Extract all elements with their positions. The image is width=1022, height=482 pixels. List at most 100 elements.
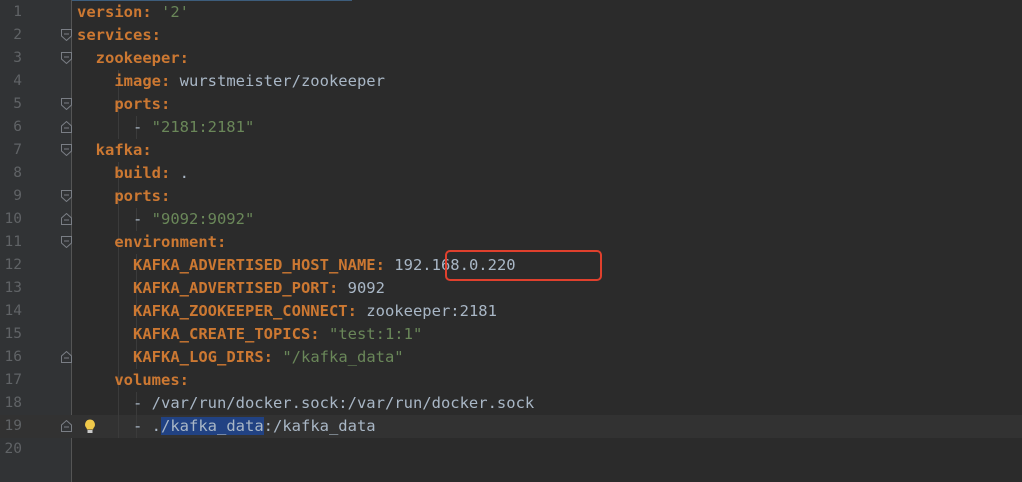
fold-open-icon[interactable]: [61, 98, 72, 110]
code-editor[interactable]: 1 version: '2' 2 services: 3 zookeeper: 4 ima…: [0, 0, 1022, 482]
code-text[interactable]: KAFKA_CREATE_TOPICS: "test:1:1": [77, 323, 422, 346]
yaml-value: [77, 95, 114, 113]
yaml-key: KAFKA_LOG_DIRS:: [133, 348, 273, 366]
code-line-14[interactable]: 14 KAFKA_ZOOKEEPER_CONNECT: zookeeper:21…: [0, 300, 1022, 323]
yaml-value: [77, 256, 133, 274]
code-line-2[interactable]: 2 services:: [0, 24, 1022, 47]
code-text[interactable]: ports:: [77, 93, 170, 116]
line-number: 17: [4, 372, 22, 388]
yaml-value: zookeeper:2181: [356, 302, 497, 320]
yaml-value: - /var/run/docker.sock:/var/run/docker.s…: [77, 394, 535, 412]
line-number: 16: [4, 349, 22, 365]
yaml-key: services:: [77, 26, 161, 44]
line-number: 5: [13, 96, 22, 112]
yaml-key: ports:: [114, 187, 171, 205]
yaml-key: zookeeper:: [95, 49, 189, 67]
fold-open-icon[interactable]: [61, 52, 72, 64]
code-text[interactable]: KAFKA_ADVERTISED_PORT: 9092: [77, 277, 385, 300]
line-number: 8: [13, 165, 22, 181]
line-number: 20: [4, 441, 22, 457]
yaml-string: "2181:2181": [151, 118, 255, 136]
yaml-value: wurstmeister/zookeeper: [170, 72, 385, 90]
yaml-value: [77, 49, 96, 67]
yaml-value: :/kafka_data: [263, 417, 376, 435]
code-text[interactable]: image: wurstmeister/zookeeper: [77, 70, 385, 93]
code-text[interactable]: kafka:: [77, 139, 152, 162]
yaml-value: [77, 233, 114, 251]
yaml-key: KAFKA_ADVERTISED_PORT:: [133, 279, 339, 297]
code-text[interactable]: build: .: [77, 162, 189, 185]
line-number: 7: [13, 142, 22, 158]
code-text[interactable]: ports:: [77, 185, 170, 208]
line-number: 1: [13, 4, 22, 20]
fold-end-icon[interactable]: [61, 121, 72, 133]
yaml-value: [77, 187, 114, 205]
code-text[interactable]: version: '2': [77, 1, 189, 24]
yaml-string: '2': [161, 3, 189, 21]
host-name-highlight-box: [445, 250, 602, 281]
fold-end-icon[interactable]: [61, 351, 72, 363]
line-number: 15: [4, 326, 22, 342]
code-text[interactable]: - "9092:9092": [77, 208, 254, 231]
code-text[interactable]: KAFKA_LOG_DIRS: "/kafka_data": [77, 346, 404, 369]
code-line-17[interactable]: 17 volumes:: [0, 369, 1022, 392]
code-text[interactable]: KAFKA_ZOOKEEPER_CONNECT: zookeeper:2181: [77, 300, 497, 323]
yaml-value: 9092: [338, 279, 385, 297]
yaml-value: [152, 3, 161, 21]
yaml-key: image:: [114, 72, 171, 90]
fold-open-icon[interactable]: [61, 29, 72, 41]
code-text[interactable]: - /var/run/docker.sock:/var/run/docker.s…: [77, 392, 534, 415]
yaml-key: ports:: [114, 95, 171, 113]
yaml-key: volumes:: [114, 371, 189, 389]
code-text[interactable]: - "2181:2181": [77, 116, 254, 139]
code-line-9[interactable]: 9 ports:: [0, 185, 1022, 208]
fold-end-icon[interactable]: [61, 213, 72, 225]
fold-open-icon[interactable]: [61, 144, 72, 156]
fold-open-icon[interactable]: [61, 190, 72, 202]
line-number: 12: [4, 257, 22, 273]
code-line-15[interactable]: 15 KAFKA_CREATE_TOPICS: "test:1:1": [0, 323, 1022, 346]
yaml-value: [77, 325, 133, 343]
line-number: 10: [4, 211, 22, 227]
yaml-value: [77, 302, 133, 320]
yaml-key: build:: [114, 164, 171, 182]
code-line-20[interactable]: 20: [0, 438, 1022, 461]
code-line-16[interactable]: 16 KAFKA_LOG_DIRS: "/kafka_data": [0, 346, 1022, 369]
line-number: 14: [4, 303, 22, 319]
code-text[interactable]: - ./kafka_data:/kafka_data: [77, 415, 376, 438]
code-text[interactable]: services:: [77, 24, 161, 47]
line-number: 2: [13, 27, 22, 43]
code-line-18[interactable]: 18 - /var/run/docker.sock:/var/run/docke…: [0, 392, 1022, 415]
yaml-value: -: [77, 210, 152, 228]
code-line-6[interactable]: 6 - "2181:2181": [0, 116, 1022, 139]
code-line-19[interactable]: 19 - ./kafka_data:/kafka_data: [0, 415, 1022, 438]
line-number: 13: [4, 280, 22, 296]
yaml-string: "9092:9092": [151, 210, 255, 228]
line-number: 19: [4, 418, 22, 434]
code-line-5[interactable]: 5 ports:: [0, 93, 1022, 116]
fold-open-icon[interactable]: [61, 236, 72, 248]
code-line-8[interactable]: 8 build: .: [0, 162, 1022, 185]
code-line-4[interactable]: 4 image: wurstmeister/zookeeper: [0, 70, 1022, 93]
code-line-1[interactable]: 1 version: '2': [0, 1, 1022, 24]
yaml-key: environment:: [114, 233, 227, 251]
yaml-value: - .: [77, 417, 161, 435]
code-line-7[interactable]: 7 kafka:: [0, 139, 1022, 162]
code-text[interactable]: zookeeper:: [77, 47, 189, 70]
yaml-value: .: [170, 164, 189, 182]
yaml-value: [77, 279, 133, 297]
line-number: 18: [4, 395, 22, 411]
yaml-value: [77, 371, 114, 389]
yaml-value: [77, 164, 114, 182]
yaml-key: kafka:: [95, 141, 152, 159]
yaml-key: KAFKA_CREATE_TOPICS:: [133, 325, 320, 343]
fold-end-icon[interactable]: [61, 420, 72, 432]
yaml-value: [77, 348, 133, 366]
code-line-10[interactable]: 10 - "9092:9092": [0, 208, 1022, 231]
line-number: 9: [13, 188, 22, 204]
yaml-value: -: [77, 118, 152, 136]
code-line-3[interactable]: 3 zookeeper:: [0, 47, 1022, 70]
yaml-value: [320, 325, 329, 343]
code-text[interactable]: volumes:: [77, 369, 189, 392]
code-text[interactable]: environment:: [77, 231, 226, 254]
